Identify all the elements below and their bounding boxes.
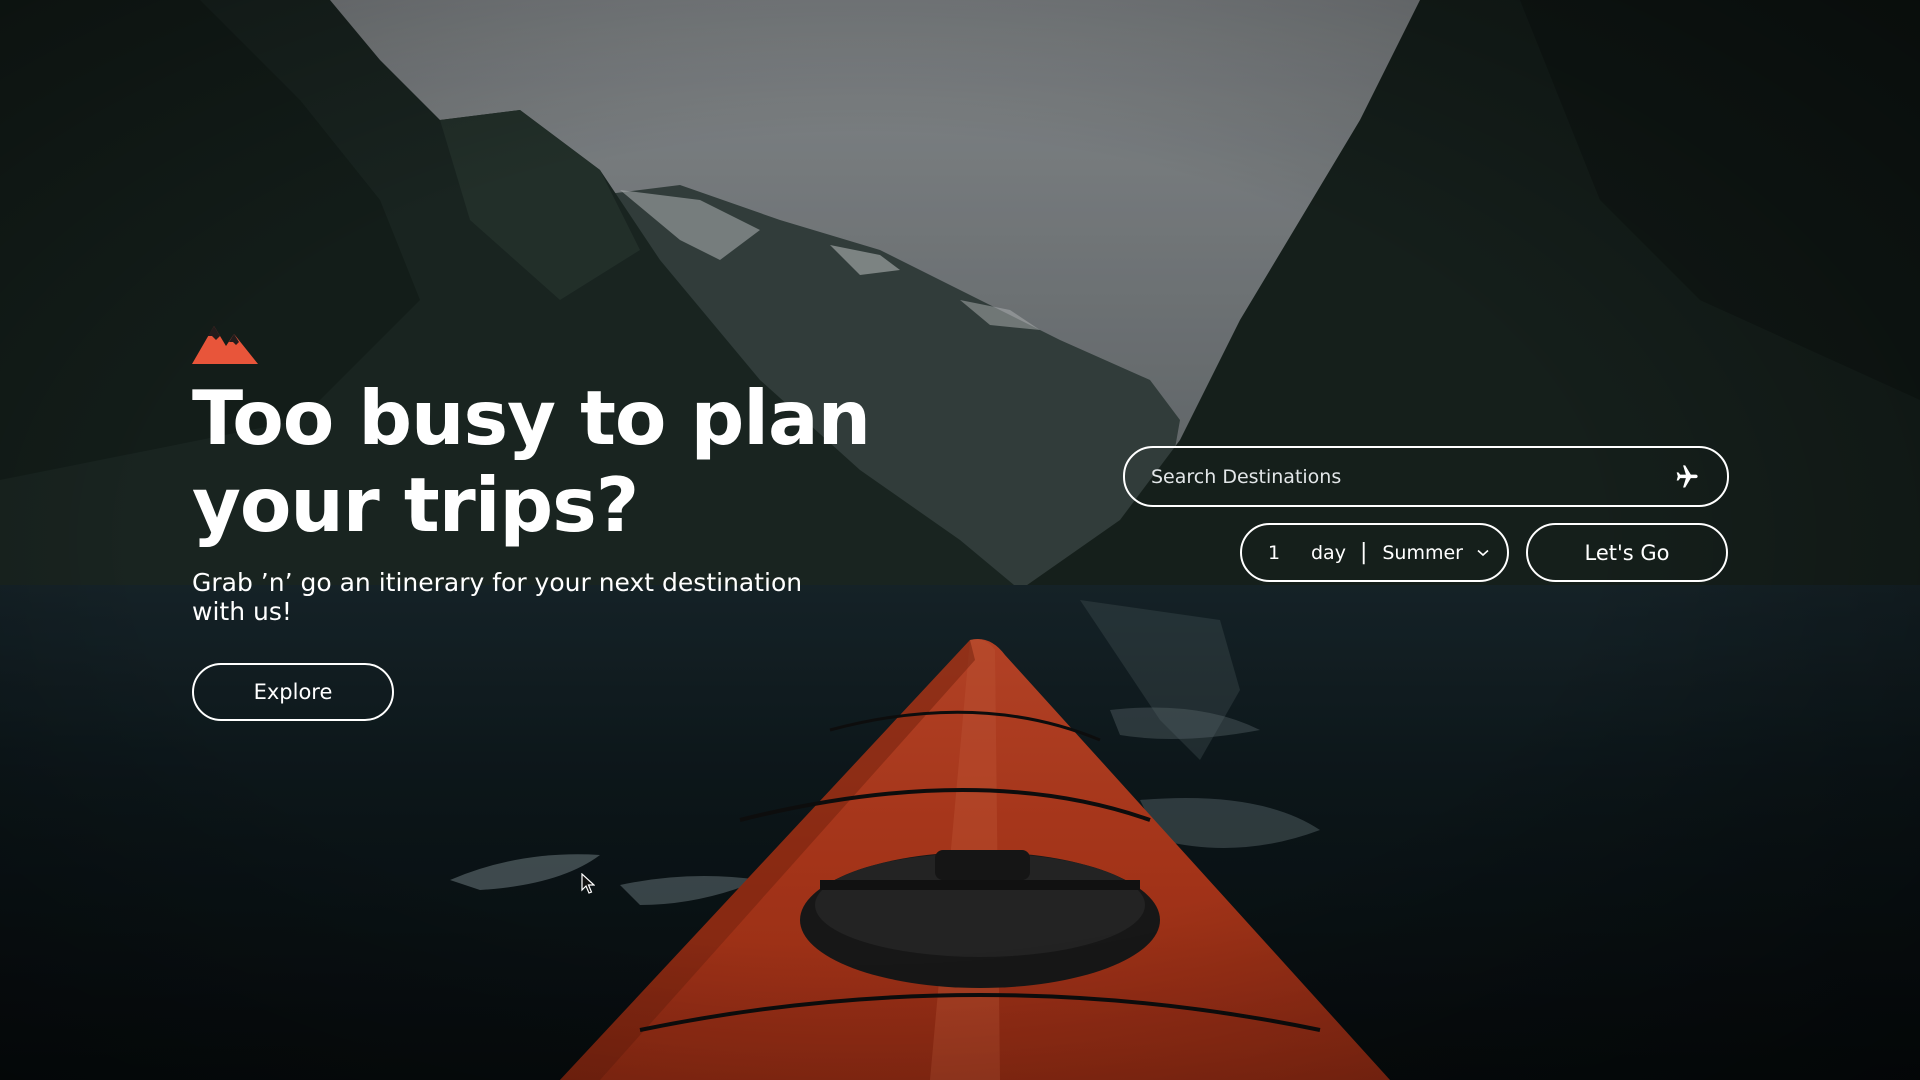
search-bar <box>1123 446 1729 507</box>
hero-headline: Too busy to plan your trips? <box>192 374 871 549</box>
explore-button[interactable]: Explore <box>192 663 394 721</box>
season-selected-value: Summer <box>1382 541 1463 564</box>
landing-page: Too busy to plan your trips? Grab ’n’ go… <box>0 0 1920 1080</box>
search-input[interactable] <box>1151 465 1631 488</box>
trip-duration-selector: day | Summer <box>1240 523 1509 582</box>
duration-unit-label: day <box>1311 541 1346 564</box>
season-dropdown[interactable]: Summer <box>1382 542 1489 564</box>
lets-go-button[interactable]: Let's Go <box>1526 523 1728 582</box>
chevron-down-icon <box>1477 547 1489 559</box>
mountain-logo-icon <box>192 326 258 364</box>
duration-input[interactable] <box>1268 541 1298 564</box>
separator: | <box>1359 540 1368 565</box>
mouse-cursor-icon <box>581 873 595 894</box>
hero-subtext: Grab ’n’ go an itinerary for your next d… <box>192 568 803 626</box>
airplane-icon[interactable] <box>1671 462 1701 492</box>
